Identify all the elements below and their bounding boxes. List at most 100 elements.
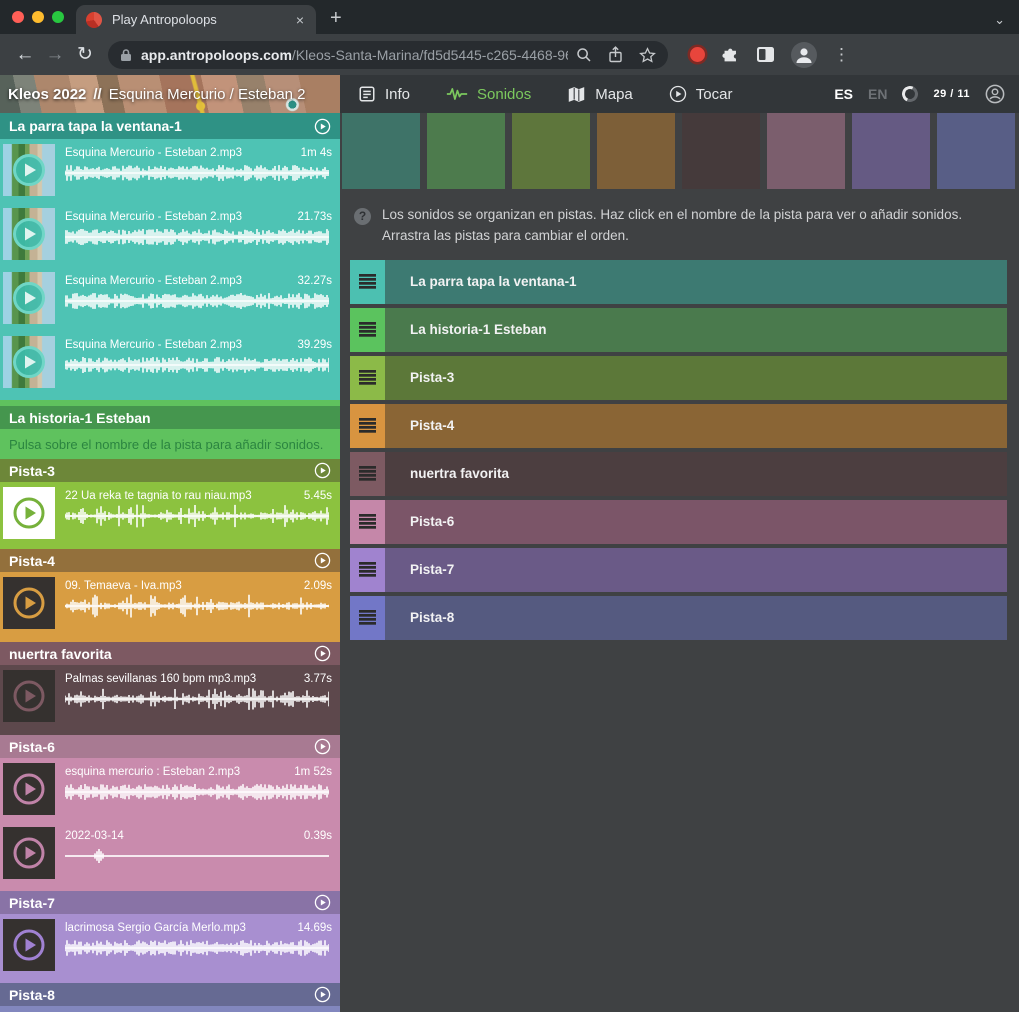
fullscreen-window-button[interactable] [52, 11, 64, 23]
nav-item-info[interactable]: Info [358, 85, 410, 103]
app-content: La parra tapa la ventana-1 Esquina Mercu… [0, 113, 1019, 1012]
back-button[interactable]: ← [10, 44, 40, 66]
track-header[interactable]: Pista-6 [0, 735, 340, 758]
play-clip-icon[interactable] [11, 495, 47, 531]
recording-indicator-icon[interactable] [690, 47, 705, 62]
nav-item-sonidos[interactable]: Sonidos [446, 86, 531, 103]
clip[interactable]: 22 Ua reka te tagnia to rau niau.mp3 5.4… [0, 482, 340, 546]
close-window-button[interactable] [12, 11, 24, 23]
bookmark-star-icon[interactable] [639, 47, 656, 63]
play-clip-icon[interactable] [11, 585, 47, 621]
clip-thumbnail[interactable] [3, 336, 55, 388]
track-header[interactable]: Pista-3 [0, 459, 340, 482]
clip-thumbnail[interactable] [3, 208, 55, 260]
address-bar[interactable]: app.antropoloops.com/Kleos-Santa-Marina/… [108, 41, 668, 69]
clip[interactable]: Esquina Mercurio - Esteban 2.mp3 39.29s [0, 331, 340, 395]
play-track-button[interactable] [314, 894, 331, 911]
track-header[interactable]: La historia-1 Esteban [0, 406, 340, 429]
track-row-body[interactable]: nuertra favorita [385, 452, 1007, 496]
track-drag-handle[interactable] [350, 260, 385, 304]
track-name: Pista-3 [9, 463, 55, 479]
track-drag-handle[interactable] [350, 452, 385, 496]
clip[interactable]: Esquina Mercurio - Esteban 2.mp3 32.27s [0, 267, 340, 331]
extensions-puzzle-icon[interactable] [721, 45, 740, 64]
nav-item-mapa[interactable]: Mapa [567, 86, 633, 103]
track-row-body[interactable]: Pista-8 [385, 596, 1007, 640]
clip-thumbnail[interactable] [3, 827, 55, 879]
play-track-button[interactable] [314, 462, 331, 479]
track-drag-handle[interactable] [350, 404, 385, 448]
url-text[interactable]: app.antropoloops.com/Kleos-Santa-Marina/… [141, 47, 568, 63]
clip-thumbnail[interactable] [3, 919, 55, 971]
track-header[interactable]: Pista-8 [0, 983, 340, 1006]
clip[interactable]: Esquina Mercurio - Esteban 2.mp3 21.73s [0, 203, 340, 267]
track-row-body[interactable]: La historia-1 Esteban [385, 308, 1007, 352]
language-en-button[interactable]: EN [868, 86, 887, 102]
breadcrumb-project-link[interactable]: Kleos 2022 [8, 86, 86, 103]
track-row[interactable]: La historia-1 Esteban [350, 308, 1007, 352]
track-header[interactable]: Pista-4 [0, 549, 340, 572]
clip[interactable]: lacrimosa Sergio García Merlo.mp3 14.69s [0, 914, 340, 978]
track-row[interactable]: nuertra favorita [350, 452, 1007, 496]
browser-menu-icon[interactable]: ⋮ [833, 45, 850, 65]
clip-thumbnail[interactable] [3, 670, 55, 722]
play-track-button[interactable] [314, 552, 331, 569]
track-row-body[interactable]: Pista-4 [385, 404, 1007, 448]
play-track-button[interactable] [314, 986, 331, 1003]
track-row-body[interactable]: Pista-7 [385, 548, 1007, 592]
track-header[interactable]: Pista-7 [0, 891, 340, 914]
clip-thumbnail[interactable] [3, 763, 55, 815]
browser-tab[interactable]: Play Antropoloops × [76, 5, 316, 34]
reload-button[interactable]: ↻ [70, 43, 100, 66]
clip[interactable]: Esquina Mercurio - Esteban 2.mp3 1m 4s [0, 139, 340, 203]
track-row-body[interactable]: La parra tapa la ventana-1 [385, 260, 1007, 304]
track-row[interactable]: Pista-4 [350, 404, 1007, 448]
profile-avatar[interactable] [791, 42, 817, 68]
clip-thumbnail[interactable] [3, 272, 55, 324]
account-icon[interactable] [985, 84, 1005, 104]
zoom-icon[interactable] [576, 47, 592, 63]
play-clip-icon[interactable] [11, 152, 47, 188]
clip-title: Esquina Mercurio - Esteban 2.mp3 [65, 275, 242, 287]
track-row-body[interactable]: Pista-6 [385, 500, 1007, 544]
forward-button[interactable]: → [40, 44, 70, 66]
play-clip-icon[interactable] [11, 927, 47, 963]
play-clip-icon[interactable] [11, 835, 47, 871]
play-track-button[interactable] [314, 738, 331, 755]
track-header[interactable]: nuertra favorita [0, 642, 340, 665]
track-row[interactable]: Pista-7 [350, 548, 1007, 592]
play-clip-icon[interactable] [11, 216, 47, 252]
minimize-window-button[interactable] [32, 11, 44, 23]
clip[interactable]: 2022-03-14 0.39s [0, 822, 340, 886]
play-clip-icon[interactable] [11, 771, 47, 807]
clip-thumbnail[interactable] [3, 144, 55, 196]
play-track-button[interactable] [314, 118, 331, 135]
track-drag-handle[interactable] [350, 596, 385, 640]
language-es-button[interactable]: ES [834, 86, 853, 102]
close-tab-icon[interactable]: × [294, 12, 306, 28]
clip[interactable]: Palmas sevillanas 160 bpm mp3.mp3 3.77s [0, 665, 340, 729]
track-drag-handle[interactable] [350, 356, 385, 400]
new-tab-button[interactable]: + [330, 8, 342, 28]
track-drag-handle[interactable] [350, 548, 385, 592]
clip[interactable]: 09. Temaeva - Iva.mp3 2.09s [0, 572, 340, 636]
nav-item-tocar[interactable]: Tocar [669, 85, 733, 103]
play-track-button[interactable] [314, 645, 331, 662]
track-row[interactable]: La parra tapa la ventana-1 [350, 260, 1007, 304]
clip-thumbnail[interactable] [3, 577, 55, 629]
track-row-body[interactable]: Pista-3 [385, 356, 1007, 400]
track-row[interactable]: Pista-6 [350, 500, 1007, 544]
play-clip-icon[interactable] [11, 678, 47, 714]
share-icon[interactable] [608, 46, 623, 63]
track-row[interactable]: Pista-8 [350, 596, 1007, 640]
side-panel-icon[interactable] [756, 46, 775, 63]
track-header[interactable]: La parra tapa la ventana-1 [0, 113, 340, 139]
track-row[interactable]: Pista-3 [350, 356, 1007, 400]
track-drag-handle[interactable] [350, 308, 385, 352]
play-clip-icon[interactable] [11, 344, 47, 380]
play-clip-icon[interactable] [11, 280, 47, 316]
tab-search-chevron-icon[interactable]: ⌄ [994, 12, 1005, 28]
clip-thumbnail[interactable] [3, 487, 55, 539]
track-drag-handle[interactable] [350, 500, 385, 544]
clip[interactable]: esquina mercurio : Esteban 2.mp3 1m 52s [0, 758, 340, 822]
